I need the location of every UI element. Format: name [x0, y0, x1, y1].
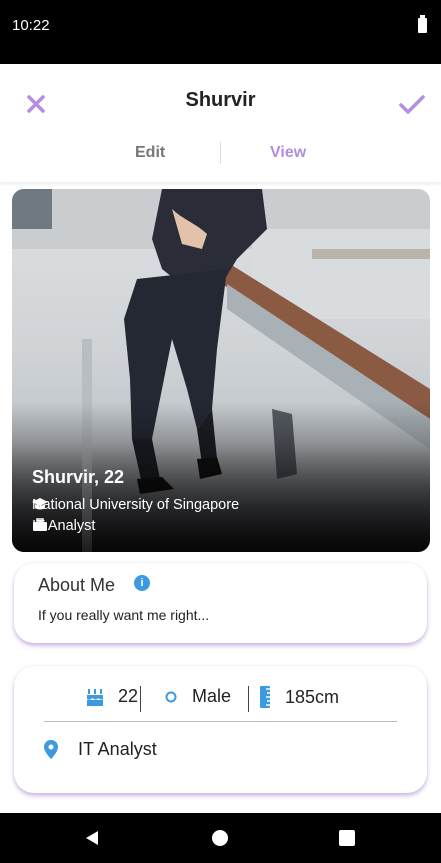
divider: [44, 721, 397, 722]
graduation-cap-icon: [32, 498, 48, 510]
stat-job-value: IT Analyst: [78, 739, 157, 759]
location-pin-icon: [44, 740, 58, 759]
profile-name-age: Shurvir, 22: [32, 467, 125, 487]
page-title: Shurvir: [185, 89, 256, 111]
gender-icon: [165, 691, 177, 702]
briefcase-icon: [33, 518, 47, 531]
check-icon[interactable]: [397, 90, 427, 118]
profile-school-text: National University of Singapore: [32, 497, 240, 513]
home-icon[interactable]: [212, 830, 228, 846]
divider: [248, 686, 249, 712]
divider: [140, 686, 141, 712]
stat-height-value: 185cm: [285, 686, 340, 707]
info-icon[interactable]: i: [134, 575, 150, 591]
tab-edit[interactable]: Edit: [135, 144, 165, 162]
top-bar: Shurvir Edit View: [0, 64, 441, 182]
profile-job: IT Analyst: [32, 518, 95, 534]
system-nav-bar: [0, 813, 441, 863]
stat-gender: Male: [164, 686, 231, 707]
about-me-card: About Me i If you really want me right..…: [14, 563, 427, 643]
stat-gender-value: Male: [192, 686, 232, 706]
battery-icon: [418, 15, 427, 33]
status-bar: 10:22: [0, 0, 441, 64]
stat-job: IT Analyst: [44, 739, 157, 760]
profile-school: National University of Singapore: [32, 497, 239, 513]
back-icon[interactable]: [84, 830, 100, 846]
tab-view[interactable]: View: [270, 144, 306, 162]
ruler-icon: [260, 686, 270, 708]
recent-apps-icon[interactable]: [339, 830, 355, 846]
basic-info-card: 22 Male 185cm IT Analyst: [14, 666, 427, 793]
profile-photo-card[interactable]: Shurvir, 22 National University of Singa…: [12, 189, 430, 552]
tab-bar: Edit View: [0, 142, 441, 172]
stat-age: 22: [86, 686, 138, 707]
stat-height: 185cm: [259, 686, 339, 708]
birthday-cake-icon: [87, 688, 103, 706]
about-me-title: About Me: [38, 575, 116, 595]
stat-age-value: 22: [118, 686, 139, 706]
tab-divider: [220, 142, 221, 164]
about-me-text: If you really want me right...: [38, 607, 210, 623]
stats-row: 22 Male 185cm: [14, 686, 427, 714]
status-time: 10:22: [12, 17, 50, 34]
